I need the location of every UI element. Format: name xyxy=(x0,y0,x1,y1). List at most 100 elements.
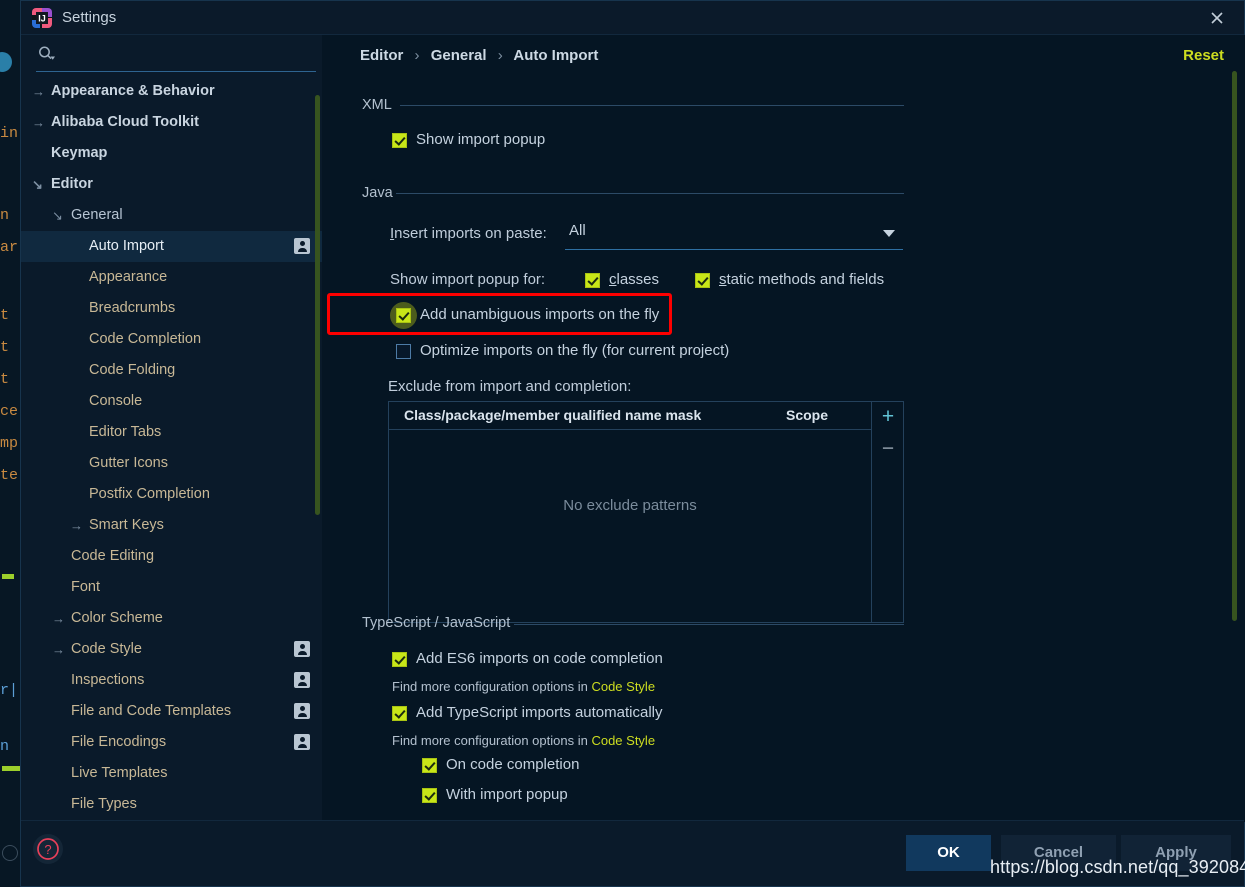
search-icon xyxy=(38,46,56,67)
chevron-right-icon: → xyxy=(70,518,83,533)
sidebar-item-auto-import[interactable]: Auto Import xyxy=(21,231,322,262)
sidebar-item-editor-tabs[interactable]: Editor Tabs xyxy=(21,417,322,448)
sidebar-item-file-encodings[interactable]: File Encodings xyxy=(21,727,322,758)
chevron-right-icon: → xyxy=(32,115,45,130)
ok-button[interactable]: OK xyxy=(906,835,991,871)
insert-imports-combo[interactable]: All xyxy=(565,222,903,250)
ide-backdrop-text: t xyxy=(0,339,10,356)
ide-backdrop-circle xyxy=(0,52,12,72)
sidebar-item-label: Code Folding xyxy=(89,362,176,378)
code-style-link[interactable]: Code Style xyxy=(591,679,655,694)
sidebar-item-label: File Types xyxy=(71,796,137,812)
breadcrumb-item-auto-import: Auto Import xyxy=(513,47,599,64)
help-question-icon[interactable]: ? xyxy=(33,834,63,864)
ide-backdrop-text: in xyxy=(0,125,19,142)
table-column-header-scope: Scope xyxy=(786,407,829,423)
ide-backdrop-text: n xyxy=(0,207,10,224)
group-rule-ts-js xyxy=(514,624,904,625)
checkbox-label: Add TypeScript imports automatically xyxy=(416,704,663,721)
user-profile-badge-icon xyxy=(294,641,310,657)
sidebar-item-alibaba-cloud-toolkit[interactable]: → Alibaba Cloud Toolkit xyxy=(21,107,322,138)
close-icon[interactable] xyxy=(1198,5,1236,31)
minus-icon[interactable]: − xyxy=(872,434,904,464)
sidebar-item-label: Alibaba Cloud Toolkit xyxy=(51,114,199,130)
breadcrumb-item-general[interactable]: General xyxy=(431,47,487,64)
sidebar-item-live-templates[interactable]: Live Templates xyxy=(21,758,322,789)
checkbox-label: Optimize imports on the fly (for current… xyxy=(420,342,730,359)
chevron-right-icon: → xyxy=(52,642,65,657)
sidebar-item-inspections[interactable]: Inspections xyxy=(21,665,322,696)
reset-button[interactable]: Reset xyxy=(1183,47,1224,64)
sidebar-item-editor[interactable]: ↘ Editor xyxy=(21,169,322,200)
watermark-text: https://blog.csdn.net/qq_39208453 xyxy=(990,857,1245,877)
sidebar-item-gutter-icons[interactable]: Gutter Icons xyxy=(21,448,322,479)
ide-backdrop-text: r| xyxy=(0,682,19,699)
dialog-title: Settings xyxy=(62,9,117,26)
checkbox-label: On code completion xyxy=(446,756,580,773)
sidebar-item-code-editing[interactable]: Code Editing xyxy=(21,541,322,572)
code-style-link[interactable]: Code Style xyxy=(591,733,655,748)
main-scrollbar[interactable] xyxy=(1232,71,1237,621)
sidebar-item-label: Auto Import xyxy=(89,238,164,254)
sidebar-scrollbar[interactable] xyxy=(315,95,320,515)
sidebar-item-color-scheme[interactable]: → Color Scheme xyxy=(21,603,322,634)
sidebar-item-label: Breadcrumbs xyxy=(89,300,176,316)
sidebar-item-appearance[interactable]: Appearance xyxy=(21,262,322,293)
sidebar-search[interactable] xyxy=(21,35,322,75)
ide-backdrop-marker xyxy=(2,574,14,579)
sidebar-item-postfix-completion[interactable]: Postfix Completion xyxy=(21,479,322,510)
combo-underline xyxy=(565,249,903,250)
sidebar-item-label: Editor Tabs xyxy=(89,424,162,440)
hint-prefix: Find more configuration options in xyxy=(392,679,592,694)
sidebar-item-console[interactable]: Console xyxy=(21,386,322,417)
group-header-ts-js: TypeScript / JavaScript xyxy=(362,615,511,631)
checkbox-box xyxy=(396,344,411,359)
settings-dialog: IJ Settings → Appearance & Behavior → Al… xyxy=(20,0,1245,887)
chevron-right-icon: → xyxy=(52,611,65,626)
sidebar-item-code-style[interactable]: → Code Style xyxy=(21,634,322,665)
sidebar-item-breadcrumbs[interactable]: Breadcrumbs xyxy=(21,293,322,324)
chevron-down-icon xyxy=(883,230,895,237)
sidebar-item-label: Postfix Completion xyxy=(89,486,210,502)
breadcrumb-separator: › xyxy=(497,47,503,64)
sidebar-item-label: File Encodings xyxy=(71,734,167,750)
user-profile-badge-icon xyxy=(294,734,310,750)
dialog-titlebar: IJ Settings xyxy=(21,1,1244,35)
breadcrumb: Editor › General › Auto Import xyxy=(360,47,598,64)
ide-backdrop-text: ce xyxy=(0,403,19,420)
breadcrumb-item-editor[interactable]: Editor xyxy=(360,47,403,64)
sidebar-item-code-folding[interactable]: Code Folding xyxy=(21,355,322,386)
svg-text:IJ: IJ xyxy=(38,14,46,24)
sidebar-item-code-completion[interactable]: Code Completion xyxy=(21,324,322,355)
sidebar-item-label: Code Editing xyxy=(71,548,155,564)
sidebar-item-file-and-code-templates[interactable]: File and Code Templates xyxy=(21,696,322,727)
sidebar-item-general[interactable]: ↘ General xyxy=(21,200,322,231)
sidebar-item-smart-keys[interactable]: → Smart Keys xyxy=(21,510,322,541)
sidebar-item-label: Font xyxy=(71,579,101,595)
checkbox-box xyxy=(422,758,437,773)
sidebar-item-label: Inspections xyxy=(71,672,145,688)
sidebar-item-font[interactable]: Font xyxy=(21,572,322,603)
sidebar-item-label: Appearance xyxy=(89,269,168,285)
show-import-popup-for-label: Show import popup for: xyxy=(390,271,546,288)
checkbox-label: static methods and fields xyxy=(719,271,885,288)
checkbox-box xyxy=(392,706,407,721)
checkbox-box xyxy=(392,133,407,148)
sidebar-item-label: Code Completion xyxy=(89,331,202,347)
sidebar-item-keymap[interactable]: Keymap xyxy=(21,138,322,169)
sidebar-item-label: Smart Keys xyxy=(89,517,164,533)
sidebar-item-appearance-behavior[interactable]: → Appearance & Behavior xyxy=(21,76,322,107)
search-input[interactable] xyxy=(57,43,311,67)
user-profile-badge-icon xyxy=(294,238,310,254)
group-header-xml: XML xyxy=(362,97,392,113)
insert-imports-label: Insert imports on paste: xyxy=(390,225,547,242)
insert-imports-value: All xyxy=(569,222,586,239)
hint-code-style-1: Find more configuration options in Code … xyxy=(392,679,655,694)
plus-icon[interactable]: + xyxy=(872,402,904,432)
ide-backdrop-text: t xyxy=(0,307,10,324)
sidebar-item-file-types[interactable]: File Types xyxy=(21,789,322,820)
search-underline xyxy=(36,71,316,72)
screenshot-root: in n ar t t t ce mp te r| n IJ Settings … xyxy=(0,0,1245,887)
chevron-down-icon: ↘ xyxy=(52,208,63,223)
table-toolbar: + − xyxy=(871,402,903,622)
